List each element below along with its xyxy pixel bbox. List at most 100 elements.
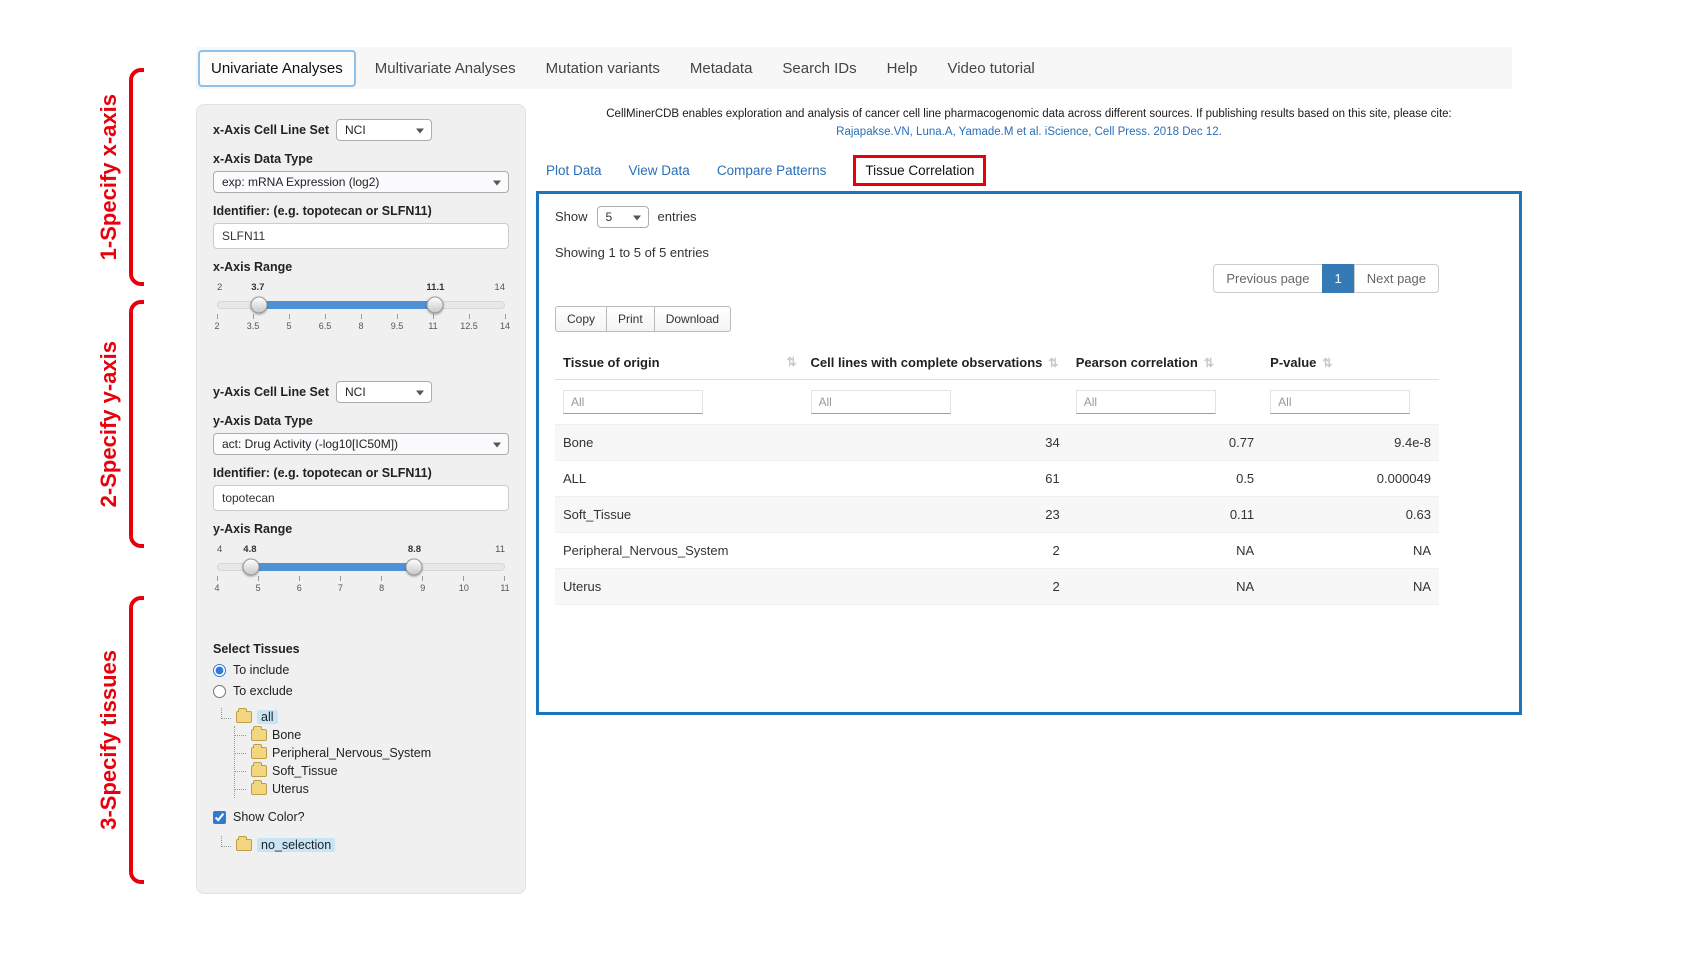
- column-header-label: P-value: [1270, 355, 1316, 370]
- tick-label: 2: [215, 321, 220, 331]
- tick-label: 5: [256, 583, 261, 593]
- download-button[interactable]: Download: [654, 306, 731, 332]
- column-header-pearson-correlation[interactable]: Pearson correlation⇅: [1068, 346, 1262, 380]
- show-color-checkbox[interactable]: Show Color?: [213, 810, 509, 824]
- slider-handle-low[interactable]: [250, 297, 267, 314]
- cell-pearson: 0.11: [1068, 496, 1262, 532]
- folder-icon: [251, 783, 267, 795]
- tree-node-all[interactable]: all: [221, 708, 509, 726]
- annotation-label: 2-Specify y-axis: [96, 341, 122, 507]
- y-axis-range-label: y-Axis Range: [213, 522, 509, 536]
- show-entries-row: Show 5 entries: [555, 206, 1439, 228]
- cell-p-value: 9.4e-8: [1262, 424, 1439, 460]
- slider-ticks: 23.556.589.51112.514: [217, 314, 505, 331]
- table-header-row: Tissue of origin⇅Cell lines with complet…: [555, 346, 1439, 380]
- column-header-tissue-of-origin[interactable]: Tissue of origin⇅: [555, 346, 803, 380]
- slider-track[interactable]: [217, 301, 505, 309]
- sort-icon[interactable]: ⇅: [786, 355, 796, 369]
- tree-node-no-selection[interactable]: no_selection: [221, 836, 509, 854]
- cell-p-value: 0.63: [1262, 496, 1439, 532]
- y-axis-data-type-select[interactable]: act: Drug Activity (-log10[IC50M]): [213, 433, 509, 455]
- entries-count-select[interactable]: 5: [597, 206, 649, 228]
- tick-mark: [289, 314, 290, 319]
- slider-min-label: 2: [217, 282, 222, 293]
- x-axis-data-type-select[interactable]: exp: mRNA Expression (log2): [213, 171, 509, 193]
- main-content: CellMinerCDB enables exploration and ana…: [536, 104, 1522, 715]
- slider-fill: [259, 301, 435, 309]
- tick-mark: [469, 314, 470, 319]
- select-value: NCI: [345, 385, 366, 399]
- x-axis-identifier-input[interactable]: [213, 223, 509, 249]
- slider-handle-high[interactable]: [406, 559, 423, 576]
- next-page-button[interactable]: Next page: [1354, 264, 1439, 293]
- previous-page-button[interactable]: Previous page: [1213, 264, 1322, 293]
- nav-tab-univariate-analyses[interactable]: Univariate Analyses: [198, 50, 356, 87]
- citation-text: CellMinerCDB enables exploration and ana…: [566, 106, 1492, 124]
- table-row[interactable]: ALL610.50.000049: [555, 460, 1439, 496]
- to-include-radio[interactable]: To include: [213, 663, 509, 677]
- checkbox-input[interactable]: [213, 811, 226, 824]
- nav-tab-multivariate-analyses[interactable]: Multivariate Analyses: [364, 52, 527, 85]
- nav-tab-help[interactable]: Help: [876, 52, 929, 85]
- to-exclude-radio[interactable]: To exclude: [213, 684, 509, 698]
- slider-value-labels: 2 3.7 11.1 14: [217, 282, 505, 297]
- y-axis-identifier-input[interactable]: [213, 485, 509, 511]
- nav-tab-mutation-variants[interactable]: Mutation variants: [535, 52, 671, 85]
- table-row[interactable]: Peripheral_Nervous_System2NANA: [555, 532, 1439, 568]
- subtab-tissue-correlation[interactable]: Tissue Correlation: [853, 155, 986, 186]
- slider-handle-low[interactable]: [242, 559, 259, 576]
- x-axis-cell-line-set-select[interactable]: NCI: [336, 119, 432, 141]
- sort-icon[interactable]: ⇅: [1322, 356, 1332, 370]
- nav-tab-video-tutorial[interactable]: Video tutorial: [936, 52, 1045, 85]
- subtab-compare-patterns[interactable]: Compare Patterns: [717, 163, 827, 178]
- column-header-p-value[interactable]: P-value ⇅: [1262, 346, 1439, 380]
- y-axis-cell-line-set-select[interactable]: NCI: [336, 381, 432, 403]
- radio-label: To include: [233, 663, 289, 677]
- print-button[interactable]: Print: [606, 306, 655, 332]
- sort-icon[interactable]: ⇅: [1048, 356, 1058, 370]
- radio-input[interactable]: [213, 685, 226, 698]
- tree-node-label: no_selection: [257, 838, 335, 852]
- showing-entries-text: Showing 1 to 5 of 5 entries: [555, 245, 1439, 260]
- cell-pearson: 0.77: [1068, 424, 1262, 460]
- subtab-view-data[interactable]: View Data: [629, 163, 690, 178]
- select-tissues-title: Select Tissues: [213, 642, 509, 656]
- sort-icon[interactable]: ⇅: [1204, 356, 1214, 370]
- column-header-cell-lines-with-complete-observations[interactable]: Cell lines with complete observations⇅: [803, 346, 1068, 380]
- tick-mark: [325, 314, 326, 319]
- column-filter-input[interactable]: [811, 390, 951, 414]
- tree-node-bone[interactable]: Bone: [235, 726, 509, 744]
- subtabs: Plot Data View Data Compare Patterns Tissue…: [546, 155, 1522, 186]
- tree-node-label: Bone: [272, 728, 301, 742]
- chevron-down-icon: [416, 391, 424, 396]
- folder-icon: [251, 747, 267, 759]
- slider-handle-high[interactable]: [426, 297, 443, 314]
- tree-node-peripheral_nervous_system[interactable]: Peripheral_Nervous_System: [235, 744, 509, 762]
- table-row[interactable]: Uterus2NANA: [555, 568, 1439, 604]
- table-row[interactable]: Soft_Tissue230.110.63: [555, 496, 1439, 532]
- copy-button[interactable]: Copy: [555, 306, 607, 332]
- nav-tab-search-ids[interactable]: Search IDs: [771, 52, 867, 85]
- tree-node-soft_tissue[interactable]: Soft_Tissue: [235, 762, 509, 780]
- filter-cell: [1068, 379, 1262, 424]
- citation-link[interactable]: Rajapakse.VN, Luna.A, Yamade.M et al. iS…: [566, 124, 1492, 142]
- tick-label: 9.5: [391, 321, 404, 331]
- table-row[interactable]: Bone340.779.4e-8: [555, 424, 1439, 460]
- slider-track[interactable]: [217, 563, 505, 571]
- tick-mark: [505, 314, 506, 319]
- tree-node-uterus[interactable]: Uterus: [235, 780, 509, 798]
- column-filter-input[interactable]: [563, 390, 703, 414]
- radio-input[interactable]: [213, 664, 226, 677]
- column-filter-input[interactable]: [1076, 390, 1216, 414]
- page-number-button[interactable]: 1: [1322, 264, 1355, 293]
- bracket-shape: [129, 68, 144, 286]
- column-filter-input[interactable]: [1270, 390, 1410, 414]
- cell-tissue: ALL: [555, 460, 803, 496]
- tree-node-label: Soft_Tissue: [272, 764, 338, 778]
- y-axis-identifier-label: Identifier: (e.g. topotecan or SLFN11): [213, 466, 509, 480]
- tick-mark: [258, 576, 259, 581]
- subtab-plot-data[interactable]: Plot Data: [546, 163, 602, 178]
- nav-tab-metadata[interactable]: Metadata: [679, 52, 764, 85]
- annotation-step-1: 1-Specify x-axis: [96, 68, 158, 286]
- tick-mark: [299, 576, 300, 581]
